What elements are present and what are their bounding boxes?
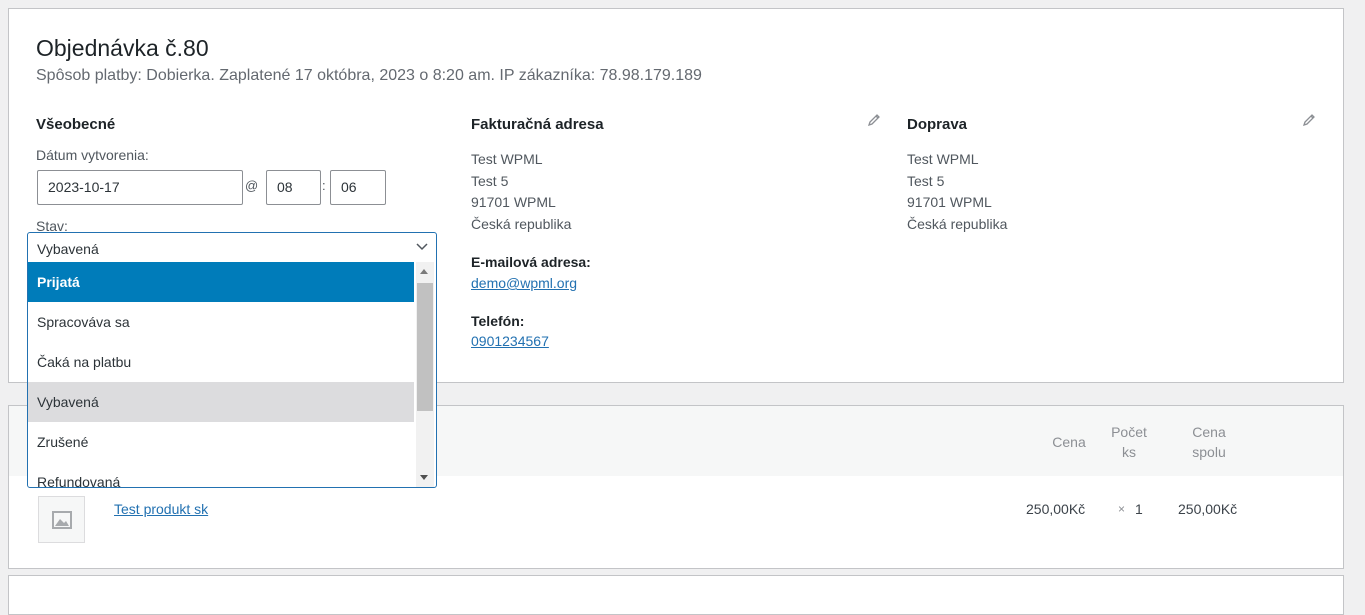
date-created-input[interactable]: 2023-10-17 [37,170,243,205]
order-title: Objednávka č.80 [36,35,209,61]
billing-line: 91701 WPML [471,194,556,210]
shipping-line: Test 5 [907,172,945,189]
general-heading: Všeobecné [36,116,116,133]
status-option-caka-na-platbu[interactable]: Čaká na platbu [28,342,414,382]
billing-heading: Fakturačná adresa [471,116,604,133]
product-thumbnail [38,496,85,543]
shipping-heading: Doprava [907,116,968,133]
status-select[interactable]: Vybavená Prijatá Spracováva sa Čaká na p… [27,232,437,488]
billing-line: Test WPML [471,151,543,167]
shipping-line: Česká republika [907,215,1008,232]
column-total-line: spolu [1192,444,1226,460]
scroll-down-arrow[interactable] [420,475,428,480]
image-placeholder-icon [52,511,72,529]
email-label: E-mailová adresa: [471,254,591,270]
billing-address: Test WPML Test 5 91701 WPML Česká republ… [471,149,571,235]
shipping-line: 91701 WPML [907,194,992,210]
item-price: 250,00Kč [1026,501,1086,517]
at-separator: @ [245,178,259,193]
product-link[interactable]: Test produkt sk [114,501,208,517]
column-total: Cena spolu [1184,422,1234,462]
email-link[interactable]: demo@wpml.org [471,275,577,291]
options-scrollbar[interactable] [416,262,434,487]
pencil-icon[interactable] [1303,113,1316,126]
phone-label: Telefón: [471,313,525,329]
colon-separator: : [322,178,326,193]
status-option-refundovana[interactable]: Refundovaná [28,462,414,487]
column-quantity: Počet ks [1104,422,1154,462]
status-option-zrusene[interactable]: Zrušené [28,422,414,462]
hour-input[interactable]: 08 [266,170,321,205]
item-total: 250,00Kč [1178,501,1238,517]
item-quantity: 1 [1135,501,1143,517]
status-option-prijata[interactable]: Prijatá [28,262,414,302]
status-option-vybavena[interactable]: Vybavená [28,382,414,422]
order-subtitle: Spôsob platby: Dobierka. Zaplatené 17 ok… [36,67,702,84]
scrollbar-thumb[interactable] [417,283,433,411]
billing-line: Česká republika [471,215,572,232]
item-times: × [1118,502,1126,516]
column-price: Cena [1052,434,1086,450]
order-totals-panel [8,575,1344,615]
column-quantity-line: Počet [1111,424,1147,440]
shipping-address: Test WPML Test 5 91701 WPML Česká republ… [907,149,1007,235]
chevron-down-icon[interactable] [416,243,428,251]
column-total-line: Cena [1192,424,1226,440]
phone-link[interactable]: 0901234567 [471,333,549,349]
status-current-value: Vybavená [37,241,99,257]
column-quantity-line: ks [1122,444,1136,460]
status-options-list: Prijatá Spracováva sa Čaká na platbu Vyb… [28,262,414,487]
scroll-up-arrow[interactable] [420,269,428,274]
date-created-label: Dátum vytvorenia: [36,147,149,163]
pencil-icon[interactable] [868,113,881,126]
minute-input[interactable]: 06 [330,170,386,205]
billing-line: Test 5 [471,172,509,189]
shipping-line: Test WPML [907,151,979,167]
status-option-spracovava[interactable]: Spracováva sa [28,302,414,342]
